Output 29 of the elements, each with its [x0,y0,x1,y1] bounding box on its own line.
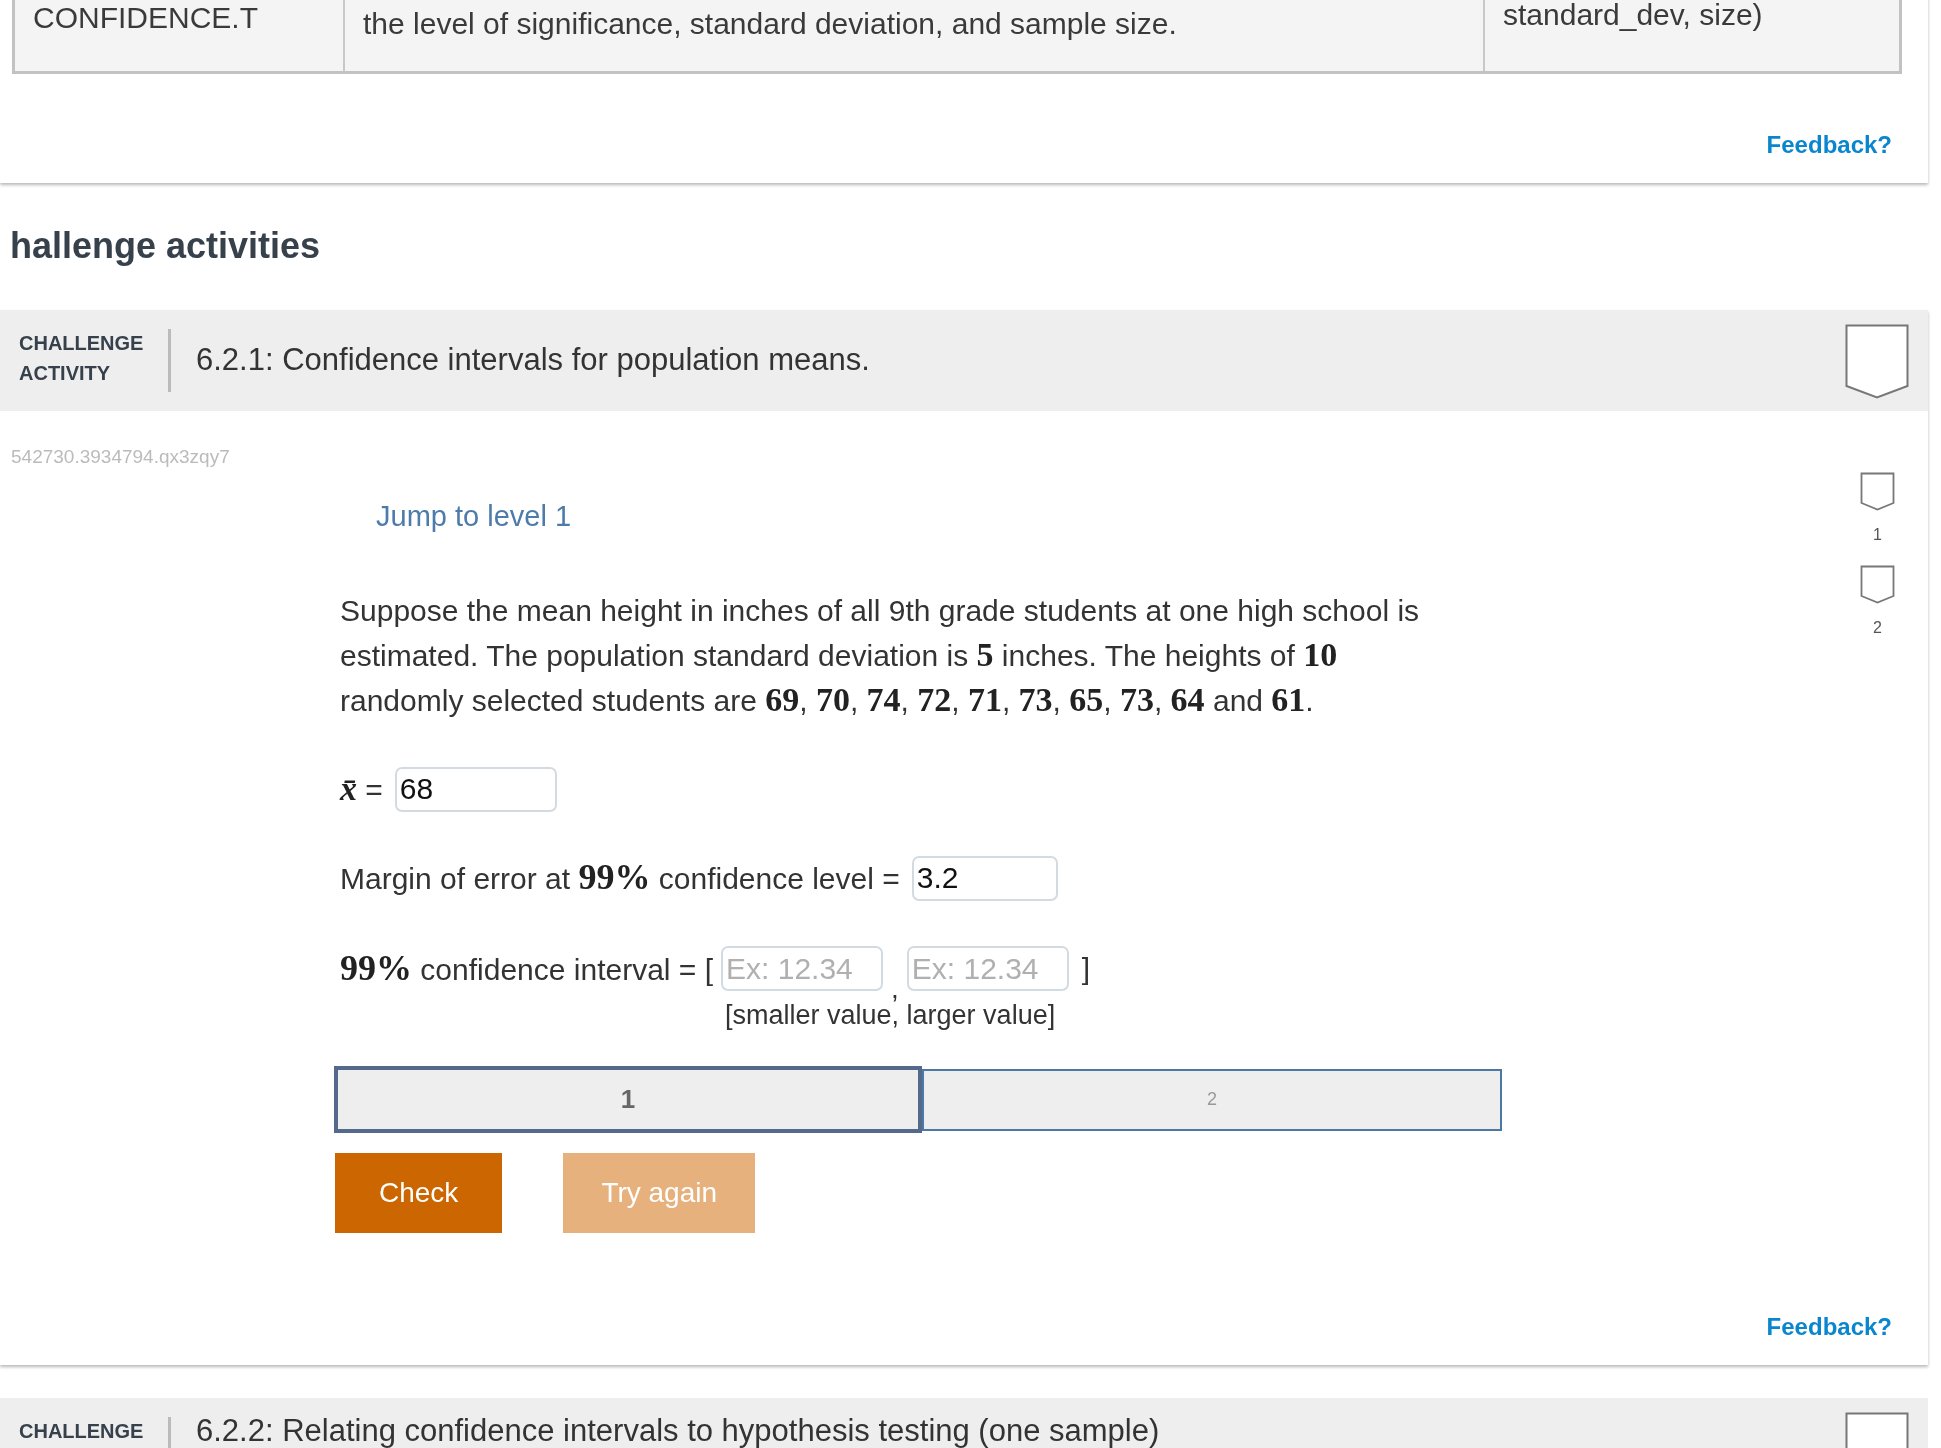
level-number: 1 [1873,525,1882,545]
section-heading: hallenge activities [10,224,321,267]
table-cell: the level of significance, standard deviation, and sample size. [343,0,1483,71]
answer-field[interactable]: 3.2 [911,855,1058,901]
activity-label: CHALLENGE [19,1419,145,1444]
level-tab[interactable]: 1 [334,1066,922,1133]
table-cell: standard_dev, size) [1483,0,1899,71]
question-label: x̄ = [340,769,383,809]
level-number: 2 [1873,618,1882,638]
question-text: Suppose the mean height in inches of all 9th grade students at one high school is estimated. The population standard deviation is 5 inches. The heights of 10 randomly selected students are 69, 70, 74, 72, 71, 73, 65, 73, 64 and 61. [340,593,1421,720]
activity-title: 6.2.1: Confidence intervals for population means. [196,342,870,378]
bracket-text: ] [1081,951,1091,987]
shield-icon[interactable] [1860,472,1895,511]
level-tab[interactable]: 2 [922,1068,1502,1131]
activity-title: 6.2.2: Relating confidence intervals to hypothesis testing (one sample) [196,1413,1160,1448]
shield-icon[interactable] [1860,565,1895,604]
activity-code: 542730.3934794.qx3zqy7 [11,446,230,468]
action-button[interactable]: Check [335,1153,503,1233]
answer-field[interactable]: 68 [394,766,557,812]
feedback-link[interactable]: Feedback? [1766,130,1892,159]
question-label: 99% confidence interval = [ [340,947,713,990]
activity-label: CHALLENGE ACTIVITY [19,331,145,386]
jump-link[interactable]: Jump to level 1 [376,499,572,534]
answer-field[interactable]: Ex: 12.34 [721,946,883,991]
answer-field[interactable]: Ex: 12.34 [906,946,1069,991]
feedback-link[interactable]: Feedback? [1766,1312,1892,1341]
question-label: Margin of error at 99% confidence level = [340,856,900,899]
separator-text: , [890,975,900,1003]
table-cell-text: CONFIDENCE.T [32,0,259,36]
